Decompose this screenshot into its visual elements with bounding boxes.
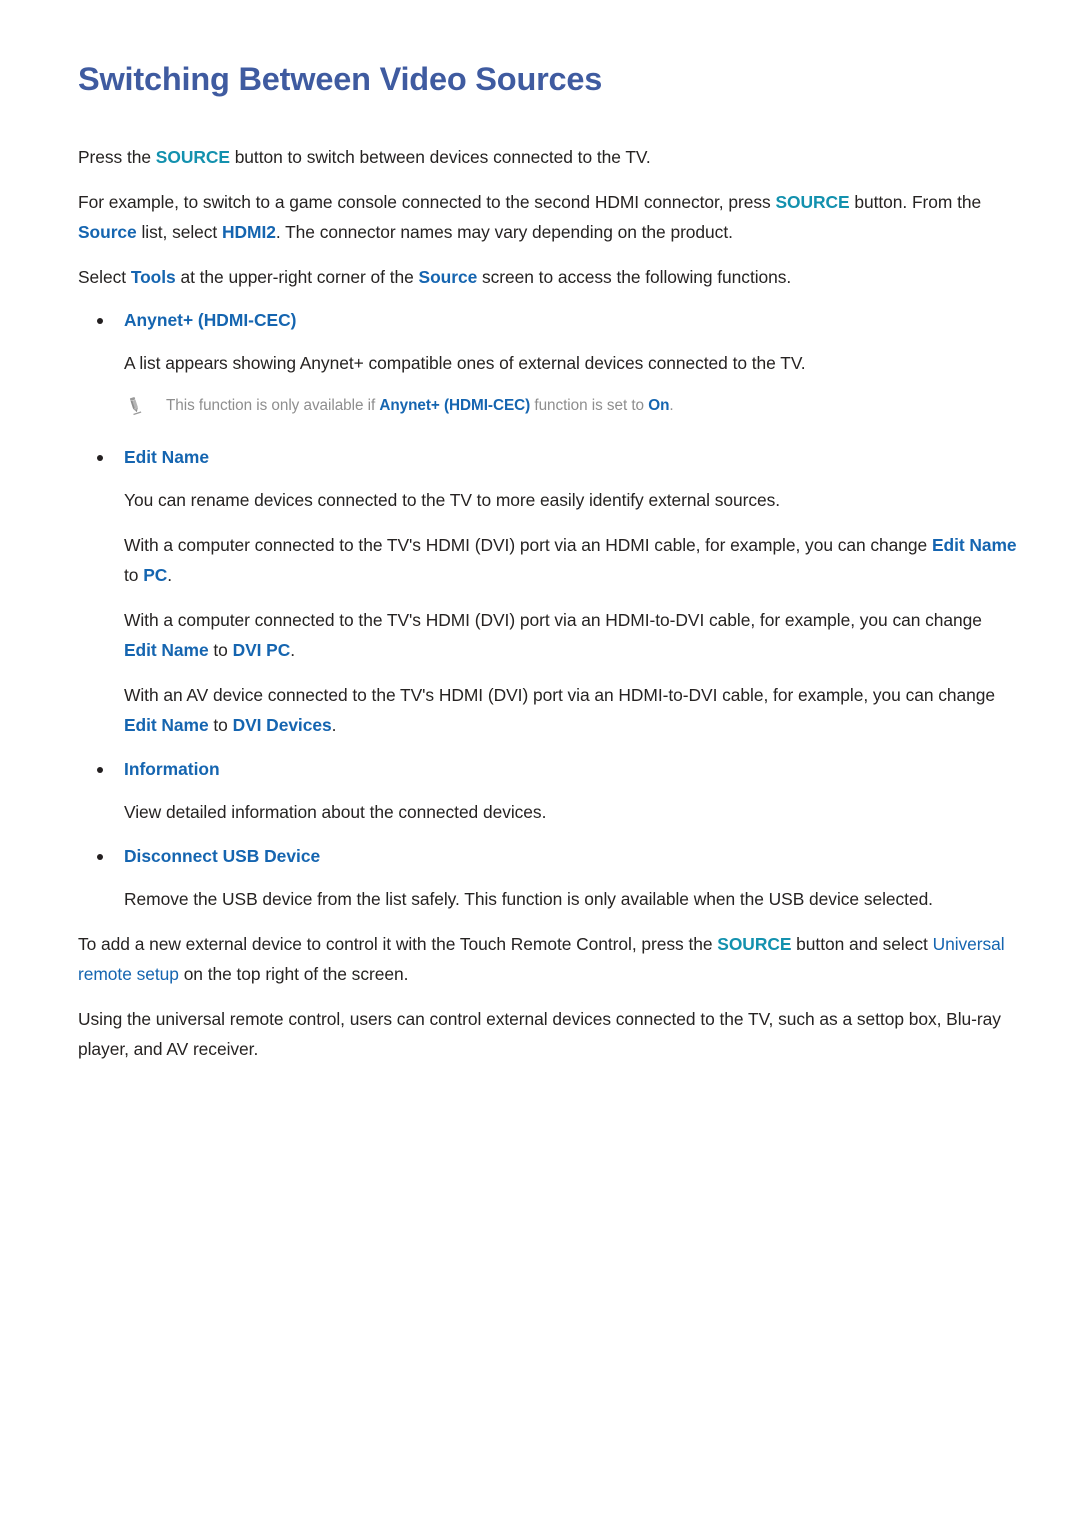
paragraph: Remove the USB device from the list safe… [124, 888, 933, 909]
term-pc: PC [143, 564, 168, 585]
paragraph: With an AV device connected to the TV's … [124, 680, 1018, 740]
bullet-body: A list appears showing Anynet+ compatibl… [78, 348, 1018, 419]
list-item: Information View detailed information ab… [78, 755, 1018, 827]
bullet-dot-icon [97, 853, 103, 860]
bullet-body: Remove the USB device from the list safe… [78, 884, 1018, 914]
text-run: . [669, 396, 674, 414]
text-run: With a computer connected to the TV's HD… [124, 534, 932, 555]
text-run: . [290, 639, 296, 660]
intro-paragraph-1: Press the SOURCE button to switch betwee… [78, 142, 1018, 172]
bullet-dot-icon [97, 317, 103, 324]
bullet-heading-disconnect-usb: Disconnect USB Device [78, 842, 1018, 870]
bullet-label: Edit Name [124, 446, 210, 467]
text-run: For example, to switch to a game console… [78, 191, 776, 212]
text-run: button. From the [849, 191, 982, 212]
paragraph: View detailed information about the conn… [124, 801, 547, 822]
paragraph: A list appears showing Anynet+ compatibl… [124, 352, 806, 373]
text-run: screen to access the following functions… [477, 266, 792, 287]
text-run: button to switch between devices connect… [229, 146, 651, 167]
bullet-label: Anynet+ (HDMI-CEC) [124, 309, 297, 330]
document-page: Switching Between Video Sources Press th… [0, 0, 1080, 1527]
text-run: Select [78, 266, 131, 287]
bullet-dot-icon [97, 766, 103, 773]
term-tools: Tools [130, 266, 176, 287]
term-hdmi2: HDMI2 [221, 221, 276, 242]
term-edit-name: Edit Name [931, 534, 1017, 555]
term-on: On [648, 396, 670, 414]
list-item: Anynet+ (HDMI-CEC) A list appears showin… [78, 306, 1018, 419]
term-source: SOURCE [155, 146, 230, 167]
bullet-heading-anynet: Anynet+ (HDMI-CEC) [78, 306, 1018, 334]
bullet-body: You can rename devices connected to the … [78, 485, 1018, 740]
intro-paragraph-3: Select Tools at the upper-right corner o… [78, 262, 1018, 292]
term-dvi-pc: DVI PC [232, 639, 291, 660]
term-source: SOURCE [775, 191, 850, 212]
term-source-menu: Source [418, 266, 478, 287]
text-run: Press the [78, 146, 156, 167]
text-run: function is set to [530, 396, 649, 414]
bullet-body: View detailed information about the conn… [78, 797, 1018, 827]
bullet-heading-edit-name: Edit Name [78, 443, 1018, 471]
text-run: to [124, 564, 144, 585]
text-run: to [208, 639, 233, 660]
page-title: Switching Between Video Sources [78, 61, 603, 97]
bullet-label: Disconnect USB Device [124, 845, 321, 866]
list-item: Disconnect USB Device Remove the USB dev… [78, 842, 1018, 914]
bullet-dot-icon [97, 454, 103, 461]
note-anynet: This function is only available if Anyne… [124, 393, 1018, 419]
pencil-icon [124, 395, 144, 415]
bullet-heading-information: Information [78, 755, 1018, 783]
text-run: This function is only available if [166, 396, 380, 414]
term-anynet: Anynet+ (HDMI-CEC) [379, 396, 531, 414]
text-run: list, select [136, 221, 222, 242]
text-run: . [331, 714, 337, 735]
outro-paragraph-1: To add a new external device to control … [78, 929, 1018, 989]
list-item: Edit Name You can rename devices connect… [78, 443, 1018, 740]
text-run: . The connector names may vary depending… [275, 221, 733, 242]
term-dvi-devices: DVI Devices [232, 714, 332, 735]
text-run: to [208, 714, 233, 735]
outro-paragraph-2: Using the universal remote control, user… [78, 1008, 1001, 1059]
text-run: With a computer connected to the TV's HD… [124, 609, 982, 630]
term-edit-name: Edit Name [124, 714, 209, 735]
text-run: on the top right of the screen. [178, 963, 409, 984]
text-run: button and select [791, 933, 933, 954]
bullet-label: Information [124, 758, 220, 779]
function-list: Anynet+ (HDMI-CEC) A list appears showin… [78, 306, 1018, 914]
text-run: at the upper-right corner of the [175, 266, 419, 287]
text-run: . [167, 564, 173, 585]
term-source: SOURCE [717, 933, 792, 954]
text-run: To add a new external device to control … [78, 933, 718, 954]
intro-paragraph-2: For example, to switch to a game console… [78, 187, 1018, 247]
paragraph: With a computer connected to the TV's HD… [124, 605, 1018, 665]
paragraph: With a computer connected to the TV's HD… [124, 530, 1018, 590]
term-source-menu: Source [78, 221, 137, 242]
term-edit-name: Edit Name [124, 639, 209, 660]
text-run: With an AV device connected to the TV's … [124, 684, 996, 705]
paragraph: You can rename devices connected to the … [124, 489, 781, 510]
